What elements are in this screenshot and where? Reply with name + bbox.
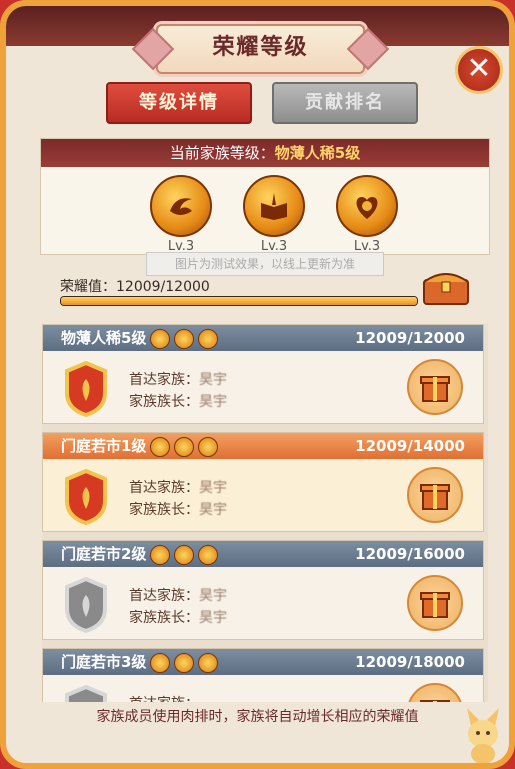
badge-heart[interactable]: Lv.3	[335, 175, 399, 254]
first-family-label: 首达家族：	[129, 696, 199, 702]
level-card: 门庭若市3级 12009/18000 首达家族：家族族长：	[42, 648, 484, 702]
honor-level-window: 荣耀等级 ✕ 等级详情 贡献排名 当前家族等级：物薄人稀5级 Lv.3 Lv.3…	[0, 0, 515, 769]
gift-box-icon	[420, 592, 450, 618]
level-name: 门庭若市2级	[61, 545, 147, 563]
first-family-row: 首达家族：昊宇	[129, 477, 227, 499]
level-card: 物薄人稀5级 12009/12000 首达家族：昊宇 家族族长：昊宇	[42, 324, 484, 424]
first-family-value: 昊宇	[199, 588, 227, 604]
tab-contribution-ranking[interactable]: 贡献排名	[272, 82, 418, 124]
leader-label: 家族族长：	[129, 394, 199, 410]
mini-swirl-icon	[150, 544, 171, 565]
book-emblem-icon	[261, 193, 287, 220]
family-crest-icon	[65, 577, 107, 633]
gift-box-icon	[420, 700, 450, 702]
honor-progress-bar	[60, 296, 418, 306]
first-family-label: 首达家族：	[129, 588, 199, 604]
mini-book-icon	[174, 328, 195, 349]
test-note: 图片为测试效果，以线上更新为准	[146, 252, 384, 276]
level-info: 首达家族：家族族长：	[129, 693, 199, 702]
first-family-row: 首达家族：	[129, 693, 199, 702]
close-button[interactable]: ✕	[455, 46, 503, 94]
level-score: 12009/16000	[355, 545, 465, 563]
badge-row: Lv.3 Lv.3 Lv.3	[149, 175, 399, 254]
window-title: 荣耀等级	[156, 24, 365, 74]
family-crest-icon	[65, 685, 107, 702]
level-score: 12009/14000	[355, 437, 465, 455]
gift-box-icon	[420, 484, 450, 510]
mini-book-icon	[174, 652, 195, 673]
mini-swirl-icon	[150, 328, 171, 349]
current-level-name: 物薄人稀5级	[274, 144, 361, 162]
family-crest-icon	[65, 361, 107, 417]
level-card-header: 门庭若市2级 12009/16000	[43, 541, 483, 567]
fox-mascot-icon	[467, 708, 499, 763]
mini-heart-icon	[198, 328, 219, 349]
level-card: 门庭若市1级 12009/14000 首达家族：昊宇 家族族长：昊宇	[42, 432, 484, 532]
level-info: 首达家族：昊宇 家族族长：昊宇	[129, 477, 227, 521]
leader-row: 家族族长：昊宇	[129, 607, 227, 629]
level-score: 12009/18000	[355, 653, 465, 671]
honor-label: 荣耀值：12009/12000	[60, 276, 210, 296]
mini-heart-icon	[198, 436, 219, 457]
leader-value: 昊宇	[199, 502, 227, 518]
close-icon: ✕	[466, 51, 492, 86]
level-info: 首达家族：昊宇 家族族长：昊宇	[129, 369, 227, 413]
level-card-header: 门庭若市3级 12009/18000	[43, 649, 483, 675]
level-list[interactable]: 物薄人稀5级 12009/12000 首达家族：昊宇 家族族长：昊宇 门庭若市1级 120…	[42, 324, 488, 702]
leader-value: 昊宇	[199, 394, 227, 410]
heart-emblem-icon	[356, 197, 378, 219]
mini-book-icon	[174, 436, 195, 457]
gift-button[interactable]	[407, 683, 463, 702]
leader-value: 昊宇	[199, 610, 227, 626]
gift-button[interactable]	[407, 467, 463, 523]
badge-swirl[interactable]: Lv.3	[149, 175, 213, 254]
mini-book-icon	[174, 544, 195, 565]
level-name: 门庭若市3级	[61, 653, 147, 671]
swirl-emblem-icon	[170, 198, 192, 215]
first-family-row: 首达家族：昊宇	[129, 369, 227, 391]
honor-label-text: 荣耀值：	[60, 279, 116, 295]
honor-progress-fill	[61, 297, 417, 305]
family-crest-icon	[65, 469, 107, 525]
gift-button[interactable]	[407, 575, 463, 631]
treasure-chest-icon[interactable]	[420, 264, 472, 308]
leader-row: 家族族长：昊宇	[129, 391, 227, 413]
mini-swirl-icon	[150, 436, 171, 457]
footer-hint: 家族成员使用肉排时，家族将自动增长相应的荣耀值	[96, 709, 419, 725]
first-family-label: 首达家族：	[129, 480, 199, 496]
leader-label: 家族族长：	[129, 610, 199, 626]
mini-swirl-icon	[150, 652, 171, 673]
first-family-label: 首达家族：	[129, 372, 199, 388]
level-card-header: 物薄人稀5级 12009/12000	[43, 325, 483, 351]
first-family-value: 昊宇	[199, 372, 227, 388]
current-level-heading: 当前家族等级：物薄人稀5级	[41, 139, 489, 167]
level-info: 首达家族：昊宇 家族族长：昊宇	[129, 585, 227, 629]
badge-book[interactable]: Lv.3	[242, 175, 306, 254]
current-level-prefix: 当前家族等级：	[169, 144, 275, 162]
level-score: 12009/12000	[355, 329, 465, 347]
level-name: 物薄人稀5级	[61, 329, 147, 347]
first-family-value: 昊宇	[199, 480, 227, 496]
honor-value: 12009/12000	[116, 279, 210, 295]
current-level-panel: 当前家族等级：物薄人稀5级 Lv.3 Lv.3 Lv.3	[40, 138, 490, 255]
level-name: 门庭若市1级	[61, 437, 147, 455]
mini-heart-icon	[198, 544, 219, 565]
gift-box-icon	[420, 376, 450, 402]
leader-row: 家族族长：昊宇	[129, 499, 227, 521]
leader-label: 家族族长：	[129, 502, 199, 518]
mini-heart-icon	[198, 652, 219, 673]
level-card-header: 门庭若市1级 12009/14000	[43, 433, 483, 459]
tab-level-details[interactable]: 等级详情	[106, 82, 252, 124]
level-card: 门庭若市2级 12009/16000 首达家族：昊宇 家族族长：昊宇	[42, 540, 484, 640]
first-family-row: 首达家族：昊宇	[129, 585, 227, 607]
gift-button[interactable]	[407, 359, 463, 415]
